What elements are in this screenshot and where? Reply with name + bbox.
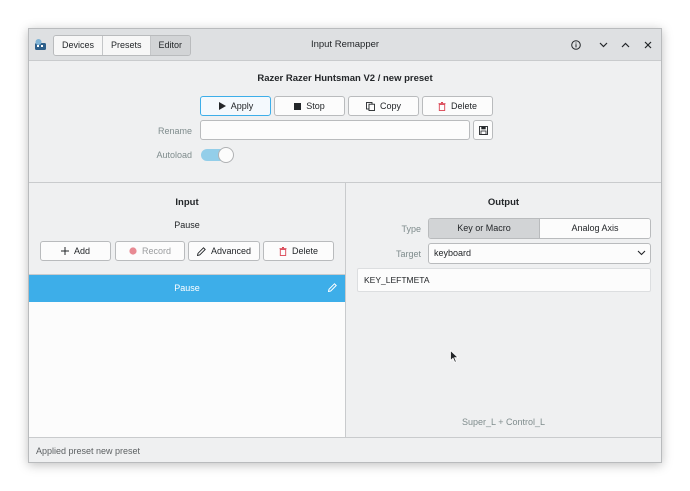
pencil-icon (196, 246, 206, 256)
title-bar: Devices Presets Editor Input Remapper (29, 29, 661, 61)
autoload-switch[interactable] (201, 147, 234, 163)
output-editor-text: KEY_LEFTMETA (364, 275, 430, 285)
save-name-button[interactable] (473, 120, 493, 140)
play-icon (218, 102, 226, 110)
mouse-cursor-icon (450, 350, 459, 363)
advanced-label: Advanced (210, 246, 252, 256)
type-analog-axis[interactable]: Analog Axis (540, 219, 650, 238)
record-label: Record (141, 246, 171, 256)
advanced-button[interactable]: Advanced (188, 241, 260, 261)
trash-icon (438, 101, 446, 111)
type-selector: Key or Macro Analog Axis (428, 218, 651, 239)
stop-button[interactable]: Stop (274, 96, 345, 116)
app-window: Devices Presets Editor Input Remapper Ra… (28, 28, 662, 463)
delete-mapping-button[interactable]: Delete (263, 241, 334, 261)
delete-preset-button[interactable]: Delete (422, 96, 493, 116)
save-icon (478, 125, 488, 135)
stop-label: Stop (306, 101, 325, 111)
output-panel: Output Type Key or Macro Analog Axis Tar… (346, 183, 661, 437)
copy-icon (366, 101, 375, 111)
apply-label: Apply (230, 101, 254, 111)
preset-heading: Razer Razer Huntsman V2 / new preset (257, 73, 433, 84)
input-panel: Input Pause Add Record Advanced Delete P… (29, 183, 345, 437)
target-label: Target (395, 249, 421, 259)
apply-button[interactable]: Apply (200, 96, 271, 116)
record-button[interactable]: Record (115, 241, 185, 261)
output-editor[interactable]: KEY_LEFTMETA (357, 268, 651, 292)
delete-mapping-label: Delete (291, 246, 318, 256)
mapping-label: Pause (174, 283, 200, 293)
add-label: Add (73, 246, 90, 256)
autoload-label: Autoload (156, 150, 192, 160)
stop-icon (294, 102, 302, 110)
output-heading: Output (487, 197, 520, 208)
record-icon (129, 247, 137, 255)
current-input-label: Pause (174, 220, 200, 230)
copy-button[interactable]: Copy (348, 96, 419, 116)
trash-icon (279, 246, 287, 256)
mapping-row-pause[interactable]: Pause (29, 275, 345, 302)
close-icon[interactable] (640, 37, 656, 53)
target-select[interactable]: keyboard (428, 243, 651, 264)
minimize-icon[interactable] (595, 37, 611, 53)
rename-label: Rename (157, 126, 192, 136)
status-message: Applied preset new preset (36, 446, 141, 456)
rename-input[interactable] (200, 120, 470, 140)
input-heading: Input (175, 197, 199, 208)
maximize-icon[interactable] (617, 37, 633, 53)
type-key-or-macro[interactable]: Key or Macro (429, 219, 540, 238)
copy-label: Copy (379, 101, 401, 111)
type-label: Type (401, 224, 421, 234)
delete-preset-label: Delete (450, 101, 477, 111)
add-button[interactable]: Add (40, 241, 111, 261)
chevron-down-icon (637, 250, 646, 256)
about-icon[interactable] (568, 37, 584, 53)
window-title: Input Remapper (310, 39, 380, 50)
plus-icon (60, 247, 69, 255)
edit-icon[interactable] (328, 283, 337, 292)
target-value: keyboard (434, 248, 472, 258)
combination-hint: Super_L + Control_L (462, 417, 545, 427)
autoload-knob (218, 147, 234, 163)
status-bar: Applied preset new preset (29, 437, 661, 462)
mapping-list: Pause (29, 274, 345, 437)
